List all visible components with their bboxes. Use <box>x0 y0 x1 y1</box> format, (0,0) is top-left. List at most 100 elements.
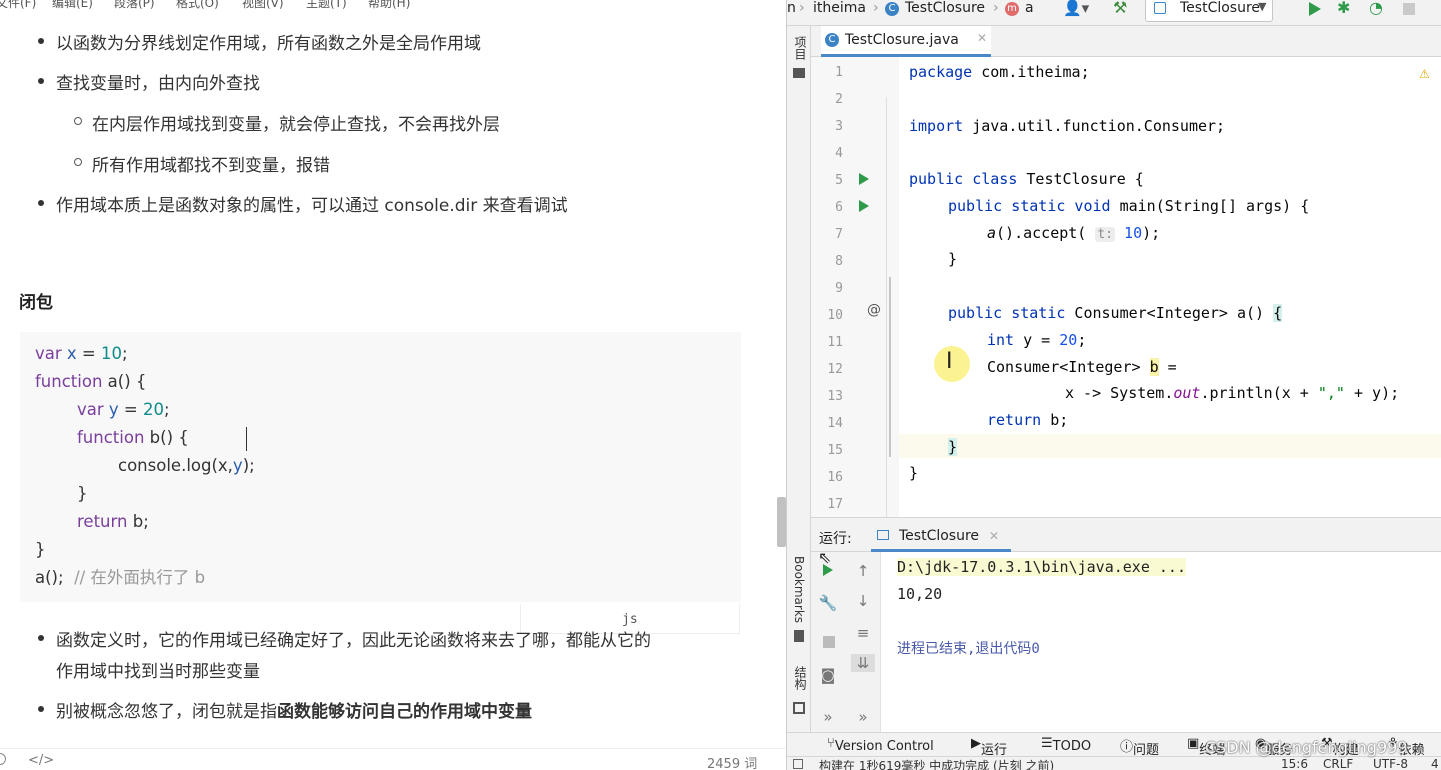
js-code-block[interactable]: var x = 10; function a() { var y = 20; f… <box>20 332 741 602</box>
line-number: 10 <box>827 308 843 323</box>
method-icon: m <box>1005 2 1019 16</box>
code-line-3: var y = 20; <box>77 400 170 419</box>
tool-run[interactable]: ▶ 运行 <box>971 736 1007 758</box>
line-separator[interactable]: CRLF <box>1323 757 1353 770</box>
tab-testclosure-java[interactable]: C TestClosure.java ✕ <box>821 26 991 57</box>
stop-run-icon[interactable] <box>823 636 835 648</box>
breadcrumb-package[interactable]: itheima <box>813 0 866 16</box>
ide-navigation-bar: n › itheima › C TestClosure › m a 👤▾ ⚒ T… <box>787 0 1441 26</box>
line-number: 17 <box>827 497 843 512</box>
menu-paragraph[interactable]: 段落(P) <box>114 0 155 9</box>
indent-setting[interactable]: 4 <box>1431 757 1439 770</box>
run-tab-label[interactable]: TestClosure <box>899 528 979 544</box>
menu-edit[interactable]: 编辑(E) <box>52 0 93 9</box>
run-button-icon[interactable] <box>1309 2 1321 16</box>
code-line-6: } <box>77 484 88 503</box>
menu-theme[interactable]: 主题(T) <box>306 0 347 9</box>
console-command: D:\jdk-17.0.3.1\bin\java.exe ... <box>897 558 1186 576</box>
editor-status-bar: </> 2459 词 <box>0 748 786 770</box>
code-line-7: return b; <box>77 512 149 531</box>
folder-icon[interactable] <box>793 68 805 78</box>
arrow-down-icon[interactable]: ↓ <box>851 592 875 610</box>
code-language-label[interactable]: js <box>622 612 638 627</box>
code-editor[interactable]: ⚠ package com.itheima; import java.util.… <box>889 57 1441 517</box>
tool-version-control[interactable]: ⑂ Version Control <box>827 736 934 754</box>
breadcrumb-project[interactable]: n <box>787 0 796 16</box>
run-configuration-dropdown[interactable]: TestClosure ▼ <box>1145 0 1273 22</box>
ide-window: n › itheima › C TestClosure › m a 👤▾ ⚒ T… <box>786 0 1441 770</box>
project-tool-tab[interactable]: 项目 <box>792 36 809 60</box>
bookmark-icon[interactable] <box>794 630 804 642</box>
more-icon-2[interactable]: » <box>851 708 875 726</box>
wrench-icon[interactable]: 🔧 <box>816 594 840 612</box>
soft-wrap-icon[interactable]: ≡ <box>851 624 875 642</box>
code-line-2: function a() { <box>35 372 147 391</box>
java-line-1: package com.itheima; <box>909 63 1090 81</box>
java-class-icon: C <box>825 33 839 47</box>
chevron-down-icon: ▼ <box>1258 0 1267 13</box>
tool-problems[interactable]: ⓘ 问题 <box>1120 736 1159 758</box>
ibeam-cursor-icon: I <box>946 349 953 374</box>
fold-guide <box>886 97 887 517</box>
word-count[interactable]: 2459 词 <box>707 753 757 770</box>
run-panel-label: 运行: <box>819 531 852 547</box>
source-mode-icon[interactable]: </> <box>28 753 54 768</box>
section-heading-closure: 闭包 <box>19 293 53 313</box>
sub-bullet-error: 所有作用域都找不到变量，报错 <box>74 151 330 176</box>
code-line-8: } <box>35 540 46 559</box>
text-caret <box>246 427 247 451</box>
bookmarks-tool-tab[interactable]: Bookmarks <box>792 556 806 623</box>
breadcrumb-class[interactable]: TestClosure <box>905 0 985 16</box>
build-hammer-icon[interactable]: ⚒ <box>1113 0 1127 17</box>
line-number: 16 <box>827 470 843 485</box>
run-class-gutter-icon[interactable] <box>859 173 869 185</box>
tool-todo[interactable]: ☰ TODO <box>1041 736 1091 754</box>
tool-terminal[interactable]: ▣ 终端 <box>1187 736 1225 758</box>
scroll-to-end-icon[interactable]: ⇊ <box>851 654 875 672</box>
status-toggle-icon[interactable] <box>793 759 803 769</box>
left-tool-strip: 项目 Bookmarks 结构 <box>787 26 811 736</box>
user-icon[interactable]: 👤▾ <box>1063 0 1089 17</box>
current-line-highlight <box>899 434 1441 458</box>
run-main-gutter-icon[interactable] <box>859 200 869 212</box>
bullet-scope-fixed-cont: 作用域中找到当时那些变量 <box>56 662 260 682</box>
breadcrumb-method[interactable]: a <box>1025 0 1034 16</box>
arrow-up-icon[interactable]: ↑ <box>851 562 875 580</box>
code-line-1: var x = 10; <box>35 344 128 363</box>
editor-gutter: 1 2 3 4 5 6 7 8 9 10 11 12 13 14 15 16 1… <box>811 57 899 517</box>
java-line-11: int y = 20; <box>987 331 1087 349</box>
line-number: 8 <box>835 254 843 269</box>
warning-icon[interactable]: ⚠ <box>1419 67 1430 81</box>
override-at-icon[interactable]: @ <box>867 302 881 318</box>
markdown-editor: 文件(F) 编辑(E) 段落(P) 格式(O) 视图(V) 主题(T) 帮助(H… <box>0 0 786 770</box>
breadcrumb-separator-icon: › <box>993 0 999 16</box>
menu-view[interactable]: 视图(V) <box>242 0 284 9</box>
more-icon[interactable]: » <box>816 708 840 726</box>
caret-position[interactable]: 15:6 <box>1281 757 1308 770</box>
run-config-label: TestClosure <box>1180 0 1261 16</box>
editor-tab-bar: C TestClosure.java ✕ <box>811 26 1441 57</box>
line-number: 12 <box>827 362 843 377</box>
build-status-message: 构建在 1秒619毫秒 中成功完成 (片刻 之前) <box>819 759 1055 770</box>
close-run-tab-icon[interactable]: ✕ <box>989 529 999 543</box>
stop-icon[interactable] <box>1403 3 1415 15</box>
close-tab-icon[interactable]: ✕ <box>977 31 987 45</box>
java-line-15: } <box>948 438 958 456</box>
coverage-icon[interactable]: ◔ <box>1369 0 1383 17</box>
java-line-6: public static void main(String[] args) { <box>948 197 1310 215</box>
line-number: 6 <box>835 200 843 215</box>
camera-icon[interactable]: ◙ <box>816 666 840 684</box>
structure-icon[interactable] <box>793 702 805 714</box>
outline-toggle-icon[interactable] <box>0 753 6 765</box>
structure-tool-tab[interactable]: 结构 <box>792 666 809 690</box>
menu-file[interactable]: 文件(F) <box>0 0 36 9</box>
menu-format[interactable]: 格式(O) <box>176 0 219 9</box>
menu-help[interactable]: 帮助(H) <box>368 0 410 9</box>
code-line-5: console.log(x,y); <box>118 456 255 475</box>
file-encoding[interactable]: UTF-8 <box>1373 757 1408 770</box>
java-line-10: public static Consumer<Integer> a() { <box>948 304 1283 322</box>
code-line-4: function b() { <box>77 428 189 447</box>
scrollbar-thumb[interactable] <box>777 497 786 547</box>
java-line-12: Consumer<Integer> b = <box>987 358 1177 376</box>
debug-bug-icon[interactable]: ✱ <box>1337 0 1350 17</box>
